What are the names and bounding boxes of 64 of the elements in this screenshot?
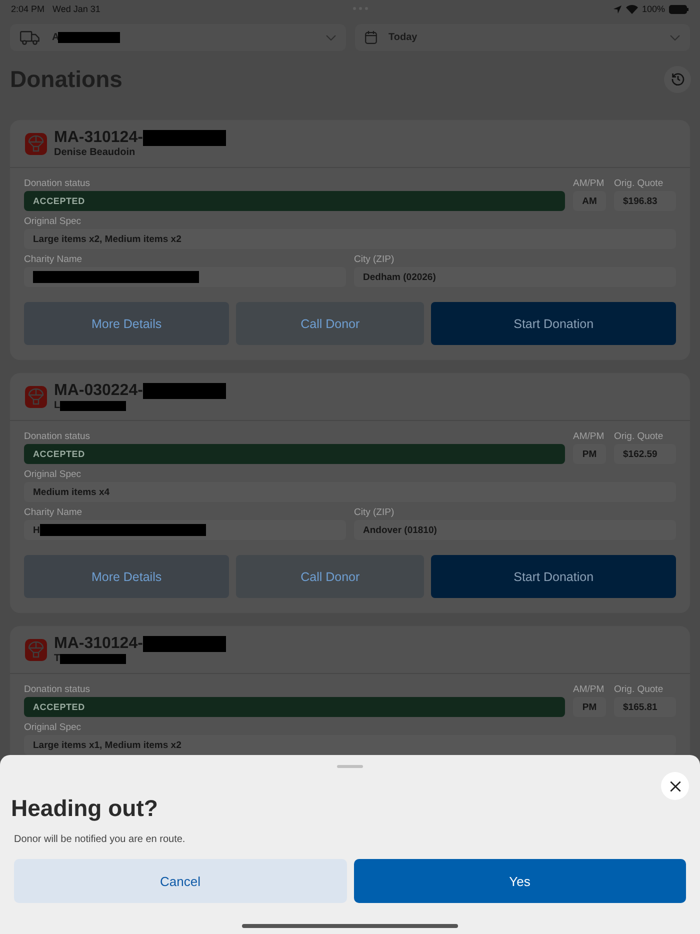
parachute-icon — [25, 386, 47, 408]
status-badge: ACCEPTED — [24, 191, 565, 211]
field-label: City (ZIP) — [354, 507, 396, 518]
field-label: AM/PM — [573, 431, 606, 442]
status-date: Wed Jan 31 — [52, 4, 100, 14]
calendar-icon — [364, 31, 376, 44]
donation-id: MA-310124- — [54, 635, 143, 653]
close-icon — [670, 780, 680, 792]
status-badge: ACCEPTED — [24, 444, 565, 464]
field-label: City (ZIP) — [354, 254, 396, 265]
ampm-field: PM — [573, 697, 606, 717]
donor-name: T — [54, 653, 60, 664]
quote-field: $165.81 — [614, 697, 676, 717]
more-details-button[interactable]: More Details — [24, 302, 230, 345]
call-donor-button[interactable]: Call Donor — [236, 555, 424, 598]
refresh-button[interactable] — [664, 66, 691, 92]
close-button[interactable] — [661, 772, 689, 800]
charity-name: H — [33, 524, 40, 536]
location-icon — [612, 4, 622, 14]
parachute-icon — [25, 132, 47, 154]
field-label: Donation status — [24, 178, 92, 189]
spec-field: Large items x2, Medium items x2 — [24, 229, 676, 249]
field-label: Orig. Quote — [614, 431, 664, 442]
chevron-down-icon — [670, 34, 680, 40]
start-donation-button[interactable]: Start Donation — [431, 555, 676, 598]
battery-icon — [669, 4, 689, 14]
ampm-field: PM — [573, 444, 606, 464]
status-time: 2:04 PM — [11, 4, 45, 14]
chevron-down-icon — [326, 34, 336, 40]
field-label: Original Spec — [24, 722, 82, 733]
battery-percentage: 100% — [642, 4, 665, 14]
donation-id: MA-310124- — [54, 129, 143, 147]
more-details-button[interactable]: More Details — [24, 555, 230, 598]
sheet-message: Donor will be notified you are en route. — [14, 834, 186, 845]
field-label: AM/PM — [573, 684, 606, 695]
ampm-field: AM — [573, 191, 606, 211]
sheet-title: Heading out? — [11, 795, 159, 822]
refresh-icon — [670, 72, 684, 86]
quote-field: $162.59 — [614, 444, 676, 464]
city-field: Dedham (02026) — [354, 267, 676, 287]
wifi-icon — [626, 4, 638, 14]
donor-name: Denise Beaudoin — [54, 147, 136, 158]
donation-id: MA-030224- — [54, 382, 143, 400]
field-label: Donation status — [24, 684, 92, 695]
field-label: Original Spec — [24, 469, 82, 480]
parachute-icon — [25, 638, 47, 660]
field-label: Charity Name — [24, 507, 84, 518]
cancel-button[interactable]: Cancel — [14, 859, 346, 903]
status-badge: ACCEPTED — [24, 697, 565, 717]
field-label: AM/PM — [573, 178, 606, 189]
confirm-button[interactable]: Yes — [354, 859, 686, 903]
field-label: Orig. Quote — [614, 178, 664, 189]
start-donation-button[interactable]: Start Donation — [431, 302, 676, 345]
field-label: Original Spec — [24, 216, 82, 227]
truck-icon — [20, 30, 40, 44]
field-label: Charity Name — [24, 254, 84, 265]
city-field: Andover (01810) — [354, 520, 676, 540]
field-label: Donation status — [24, 431, 92, 442]
call-donor-button[interactable]: Call Donor — [236, 302, 424, 345]
spec-field: Large items x1, Medium items x2 — [24, 735, 676, 755]
donor-name: L — [54, 400, 60, 411]
field-label: Orig. Quote — [614, 684, 664, 695]
spec-field: Medium items x4 — [24, 482, 676, 502]
quote-field: $196.83 — [614, 191, 676, 211]
